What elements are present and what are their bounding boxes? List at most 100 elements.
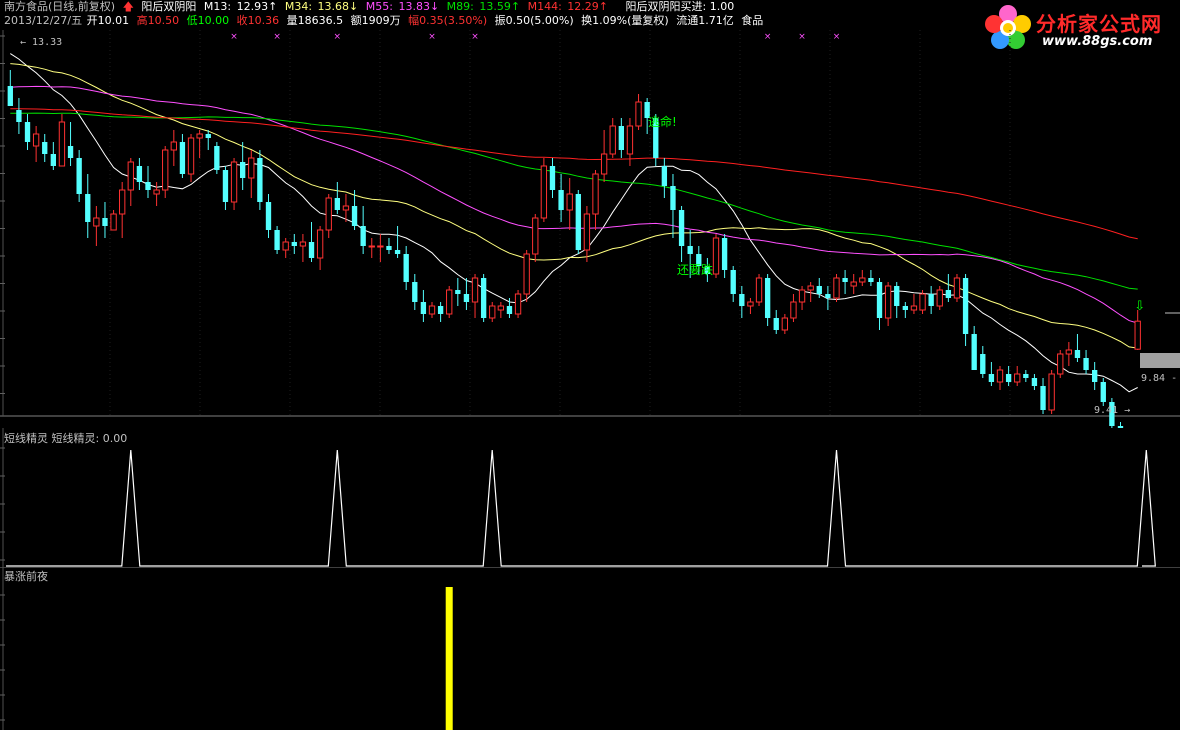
candle <box>1023 370 1029 382</box>
candle <box>308 222 315 262</box>
candle <box>110 210 117 231</box>
candle-body <box>403 254 409 282</box>
candle-body <box>420 302 427 314</box>
candle-body <box>523 253 530 295</box>
candle-body <box>127 161 134 191</box>
candle <box>162 146 169 198</box>
candle-body <box>351 206 358 226</box>
down-arrow-icon: ⇩ <box>1134 299 1145 314</box>
candle-body <box>678 210 685 246</box>
candlestick-chart: × × × × × × × × ← 13.33 9.41 → 9.84 - ⇩ 逃命! 还要跌 <box>0 30 1180 428</box>
candle <box>1134 310 1141 350</box>
candle <box>523 250 530 302</box>
candle-body <box>446 289 453 315</box>
candle-body <box>360 226 366 246</box>
candle <box>1065 342 1073 366</box>
candle-body <box>32 133 40 147</box>
candle <box>945 274 952 302</box>
candle-body <box>514 293 522 315</box>
candle-body <box>798 289 806 303</box>
candle-body <box>102 218 108 226</box>
candle <box>16 98 22 134</box>
candle <box>514 290 522 318</box>
candle-body <box>902 306 909 310</box>
candle-body <box>1134 320 1141 350</box>
candle <box>42 134 48 162</box>
candle <box>532 214 539 262</box>
candle-body <box>583 213 591 251</box>
signal-marker: × <box>428 32 436 42</box>
candle <box>196 130 203 158</box>
candle-body <box>1031 378 1038 386</box>
candle-body <box>790 301 797 319</box>
candle-body <box>67 146 74 158</box>
candle-body <box>110 213 117 231</box>
candle-body <box>282 241 289 251</box>
candle <box>93 206 100 246</box>
candle-body <box>1057 353 1064 375</box>
candle-body <box>497 305 505 311</box>
candle <box>463 278 470 310</box>
candle <box>549 158 556 198</box>
candle-body <box>764 278 771 318</box>
candle <box>730 266 736 302</box>
candle <box>299 234 307 262</box>
candle-body <box>386 246 392 250</box>
candle <box>50 142 57 170</box>
candle-body <box>910 305 918 311</box>
candle-body <box>687 246 693 254</box>
last-price-tag <box>1140 353 1180 368</box>
candle-body <box>93 217 100 227</box>
candle <box>894 282 900 318</box>
candle-body <box>170 141 177 151</box>
candle-body <box>661 166 668 186</box>
candle <box>24 114 31 150</box>
candle-body <box>850 281 857 287</box>
candle <box>119 182 126 238</box>
candle-body <box>558 190 564 210</box>
candle-body <box>119 189 126 215</box>
ma89-line <box>10 112 1138 290</box>
candle <box>798 286 806 310</box>
signal-marker: × <box>798 32 806 42</box>
candle <box>1083 350 1089 374</box>
candle-body <box>721 238 728 270</box>
candle <box>428 302 436 318</box>
candle <box>1091 362 1098 390</box>
candle <box>661 158 668 198</box>
candle-body <box>876 282 883 318</box>
candle-body <box>670 186 676 210</box>
candle-body <box>618 126 625 150</box>
candle <box>471 274 479 318</box>
candle <box>980 346 986 378</box>
candle-body <box>739 294 745 306</box>
candle-body <box>299 241 307 247</box>
candle <box>618 118 625 158</box>
candle-body <box>747 301 754 307</box>
candle-body <box>712 237 720 275</box>
signal-marker: × <box>230 32 238 42</box>
candle <box>1040 378 1046 414</box>
candle-body <box>239 162 246 178</box>
annotation-fall: 还要跌 <box>677 262 713 277</box>
candle-body <box>248 157 255 179</box>
candle <box>566 178 573 230</box>
candle-body <box>635 101 642 127</box>
candle-body <box>76 158 82 194</box>
candle-body <box>230 161 238 203</box>
candle <box>859 270 866 286</box>
signal-line <box>6 449 1156 567</box>
candle-body <box>325 197 332 231</box>
candle-body <box>868 278 874 282</box>
candle <box>928 286 934 314</box>
candle <box>325 194 332 238</box>
indicator2-chart <box>0 567 1180 730</box>
candle-body <box>807 285 814 291</box>
candle <box>497 302 505 318</box>
candle-body <box>575 194 581 250</box>
candle-body <box>342 205 350 211</box>
candle-body <box>962 278 969 334</box>
candle-body <box>145 182 151 190</box>
candle-body <box>755 277 763 303</box>
candle-body <box>980 354 986 374</box>
